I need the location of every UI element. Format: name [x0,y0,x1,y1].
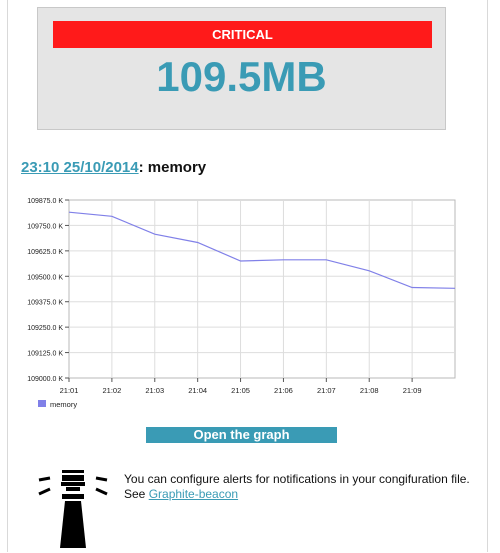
title-separator: : [138,159,148,176]
memory-chart: 109875.0 K 109750.0 K 109625.0 K 109500.0 K… [14,190,474,415]
legend-label: memory [50,400,77,409]
y-tick-label: 109500.0 K [27,274,63,281]
page-title: 23:10 25/10/2014: memory [21,159,206,176]
x-tick-label: 21:06 [274,386,293,395]
y-tick-label: 109000.0 K [27,376,63,383]
y-tick-label: 109625.0 K [27,249,63,256]
y-tick-label: 109125.0 K [27,351,63,358]
x-tick-label: 21:09 [403,386,422,395]
plot-area [68,199,456,379]
status-badge: CRITICAL [53,21,432,48]
chart-svg: 109875.0 K 109750.0 K 109625.0 K 109500.0 K… [27,198,456,409]
see-prefix: See [124,487,149,501]
legend-swatch [38,400,46,407]
open-graph-button[interactable]: Open the graph [146,427,337,443]
x-tick-label: 21:08 [360,386,379,395]
footer-see: See Graphite-beacon [124,487,474,502]
x-tick-label: 21:04 [188,386,207,395]
y-tick-label: 109375.0 K [27,300,63,307]
x-tick-label: 21:03 [145,386,164,395]
datetime-link[interactable]: 23:10 25/10/2014 [21,159,139,176]
y-tick-label: 109250.0 K [27,325,63,332]
lighthouse-icon [36,466,108,548]
footer-text: You can configure alerts for notificatio… [124,472,474,502]
x-tick-label: 21:07 [317,386,336,395]
y-tick-label: 109875.0 K [27,198,63,205]
x-tick-label: 21:05 [231,386,250,395]
graphite-beacon-link[interactable]: Graphite-beacon [149,487,238,501]
metric-name: memory [147,159,207,176]
status-panel: CRITICAL 109.5MB [37,7,446,130]
x-tick-label: 21:02 [102,386,121,395]
x-tick-label: 21:01 [60,386,79,395]
footer-line: You can configure alerts for notificatio… [124,472,470,486]
status-value: 109.5MB [156,53,327,100]
y-tick-label: 109750.0 K [27,223,63,230]
